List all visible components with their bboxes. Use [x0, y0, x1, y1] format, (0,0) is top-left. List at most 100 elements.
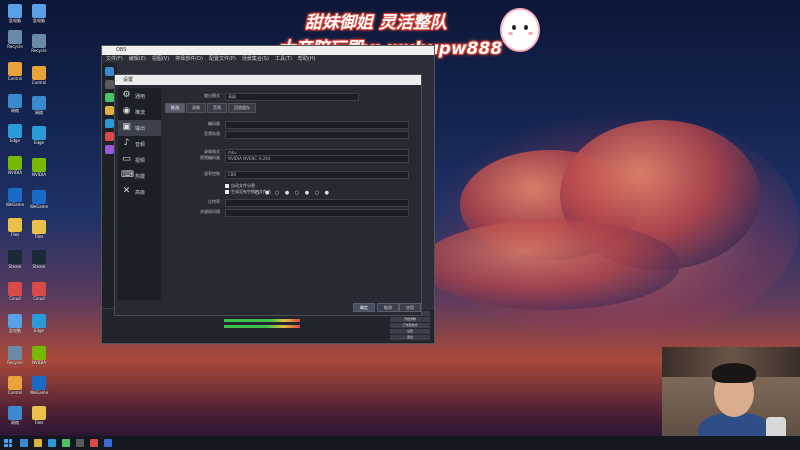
desktop-icon[interactable]: 网络	[2, 406, 28, 434]
desktop-icon[interactable]: Files	[26, 406, 52, 434]
field-input[interactable]	[225, 209, 409, 217]
toolbar-icon[interactable]	[105, 106, 114, 115]
desktop-icon-label: Recycle	[7, 360, 23, 365]
desktop-icon[interactable]: Cloud	[2, 282, 28, 310]
control-button[interactable]: 工作室模式	[390, 323, 430, 328]
desktop-icon-label: Files	[34, 420, 44, 425]
desktop-icon-label: Cloud	[33, 296, 45, 301]
desktop-icon[interactable]: 此电脑	[26, 4, 52, 32]
desktop-icon[interactable]: Recycle	[2, 30, 28, 58]
sidebar-item[interactable]: ▣ 输出	[118, 120, 161, 136]
menu-item[interactable]: 配置文件(P)	[209, 56, 236, 62]
field-input[interactable]	[225, 199, 409, 207]
mascot-icon	[500, 8, 540, 52]
menu-item[interactable]: 帮助(H)	[298, 56, 316, 62]
toolbar-icon[interactable]	[105, 145, 114, 154]
toolbar-icon[interactable]	[105, 93, 114, 102]
desktop-icon[interactable]: Edge	[2, 124, 28, 152]
desktop-icon[interactable]: 网络	[26, 96, 52, 124]
settings-titlebar[interactable]: 设置	[115, 75, 421, 85]
desktop-icon[interactable]: 网络	[2, 94, 28, 122]
ok-button[interactable]: 确定	[353, 303, 375, 312]
desktop-icon[interactable]: WeGame	[26, 376, 52, 404]
desktop-icon[interactable]: Control	[2, 376, 28, 404]
desktop-icon[interactable]: Control	[26, 66, 52, 94]
checkbox-label: 自动文件分割	[231, 183, 255, 188]
desktop-icon[interactable]: Steam	[26, 250, 52, 278]
desktop-icon-label: WeGame	[29, 390, 49, 395]
desktop-icon[interactable]: Recycle	[2, 346, 28, 374]
taskbar-app-icon[interactable]	[76, 439, 84, 447]
desktop-icon[interactable]: 此电脑	[2, 4, 28, 32]
sidebar-item[interactable]: ▭ 视频	[118, 152, 161, 168]
desktop-icon[interactable]: Edge	[26, 314, 52, 342]
sidebar-item[interactable]: ✕ 高级	[118, 184, 161, 200]
field-input[interactable]: CBR	[225, 171, 409, 179]
desktop-icon[interactable]: Recycle	[26, 34, 52, 62]
toolbar-icon[interactable]	[105, 80, 114, 89]
app-icon	[32, 158, 46, 172]
apply-button[interactable]: 应用	[399, 303, 421, 312]
desktop-icon[interactable]: WeGame	[26, 190, 52, 218]
desktop-icon[interactable]: Files	[26, 220, 52, 248]
desktop-icon[interactable]: Steam	[2, 250, 28, 278]
toolbar-icon[interactable]	[105, 119, 114, 128]
output-icon: ▣	[122, 122, 131, 132]
menu-item[interactable]: 工具(T)	[275, 56, 292, 62]
desktop-icon-label: NVIDIA	[8, 170, 22, 175]
app-icon	[8, 124, 22, 138]
field-input[interactable]	[225, 121, 409, 129]
taskbar-app-icon[interactable]	[48, 439, 56, 447]
sidebar-item[interactable]: ⚙ 通用	[118, 88, 161, 104]
desktop-icon[interactable]: 此电脑	[2, 314, 28, 342]
control-button[interactable]: 设置	[390, 329, 430, 334]
toolbar-icon[interactable]	[105, 67, 114, 76]
taskbar-app-icon[interactable]	[104, 439, 112, 447]
sidebar-item[interactable]: ◉ 推流	[118, 104, 161, 120]
sidebar-item[interactable]: ⌨ 热键	[118, 168, 161, 184]
control-button[interactable]: 开始录制	[390, 317, 430, 322]
settings-sidebar: ⚙ 通用 ◉ 推流 ▣ 输出 ♪ 音频 ▭ 视频 ⌨ 热键 ✕ 高级	[118, 88, 161, 300]
app-icon	[32, 250, 46, 264]
obs-titlebar[interactable]: OBS	[102, 46, 434, 55]
menu-item[interactable]: 停靠部件(D)	[175, 56, 203, 62]
settings-checkbox[interactable]: 生成没有空格的文件名	[225, 189, 271, 195]
webcam-person	[712, 363, 756, 383]
field-input[interactable]: NVIDIA NVENC H.264	[225, 155, 409, 163]
start-button[interactable]	[4, 439, 12, 447]
desktop-icon[interactable]: NVIDIA	[26, 346, 52, 374]
taskbar-app-icon[interactable]	[20, 439, 28, 447]
desktop-icon[interactable]: NVIDIA	[26, 158, 52, 186]
settings-tab[interactable]: 推流	[165, 103, 185, 113]
desktop-icon[interactable]: Files	[2, 218, 28, 246]
app-icon	[8, 4, 22, 18]
desktop-icon[interactable]: Control	[2, 62, 28, 90]
desktop-icon[interactable]: WeGame	[2, 188, 28, 216]
taskbar-app-icon[interactable]	[90, 439, 98, 447]
app-icon	[8, 406, 22, 420]
menu-item[interactable]: 视图(V)	[152, 56, 169, 62]
sidebar-item-label: 视频	[135, 158, 146, 164]
app-icon	[8, 282, 22, 296]
menu-item[interactable]: 文件(F)	[106, 56, 123, 62]
desktop-icon[interactable]: Edge	[26, 126, 52, 154]
taskbar-app-icon[interactable]	[34, 439, 42, 447]
advanced-icon: ✕	[122, 186, 131, 196]
taskbar-app-icon[interactable]	[62, 439, 70, 447]
cancel-button[interactable]: 取消	[377, 303, 399, 312]
sidebar-item[interactable]: ♪ 音频	[118, 136, 161, 152]
desktop-icon-label: Recycle	[7, 44, 23, 49]
settings-tab[interactable]: 回放缓存	[228, 103, 256, 113]
desktop-icon-label: Edge	[9, 138, 21, 143]
obs-menubar: 文件(F) 编辑(E) 视图(V) 停靠部件(D) 配置文件(P) 场景集合(S) 工具(T…	[102, 55, 434, 63]
field-input[interactable]	[225, 131, 409, 139]
toolbar-icon[interactable]	[105, 132, 114, 141]
menu-item[interactable]: 场景集合(S)	[242, 56, 269, 62]
control-button[interactable]: 退出	[390, 335, 430, 340]
desktop-icon[interactable]: Cloud	[26, 282, 52, 310]
settings-tab[interactable]: 音频	[207, 103, 227, 113]
settings-tab[interactable]: 录像	[186, 103, 206, 113]
field-input[interactable]: 高级	[225, 93, 359, 101]
desktop-icon[interactable]: NVIDIA	[2, 156, 28, 184]
menu-item[interactable]: 编辑(E)	[129, 56, 146, 62]
